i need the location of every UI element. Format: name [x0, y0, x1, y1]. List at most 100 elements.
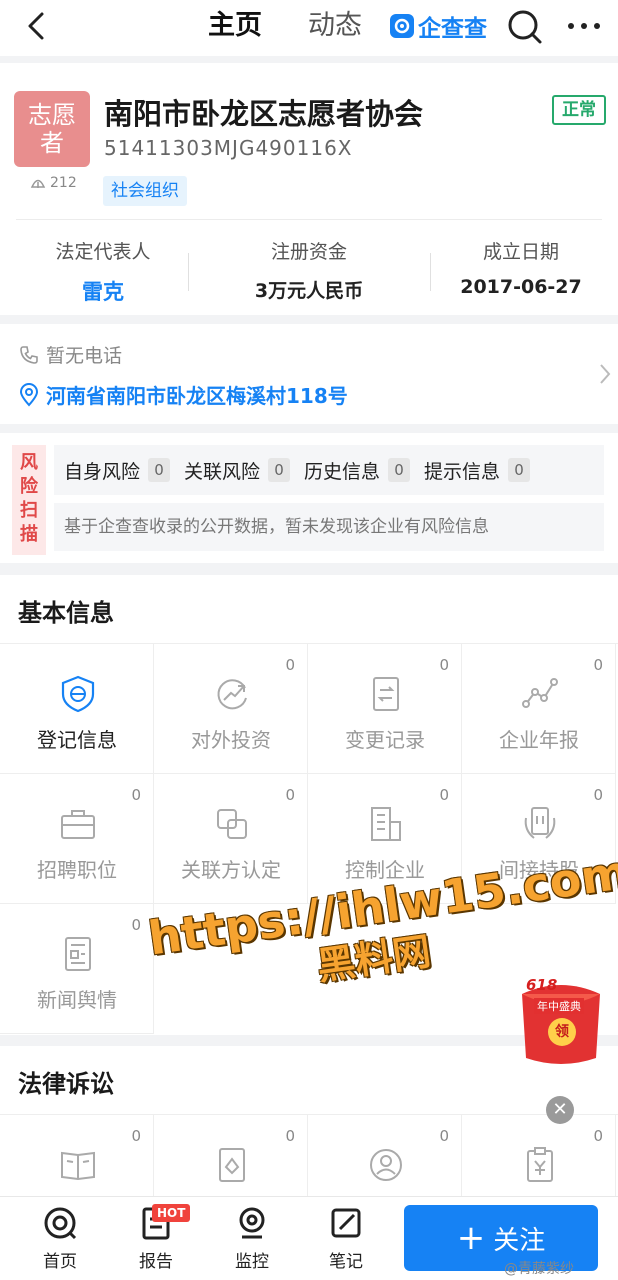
hot-badge: HOT [152, 1204, 191, 1222]
fire-icon [30, 179, 46, 188]
risk-note: 基于企查查收录的公开数据，暂未发现该企业有风险信息 [54, 503, 604, 551]
bottom-notes[interactable]: 笔记 [306, 1205, 386, 1272]
plus-icon: + [456, 1218, 486, 1258]
status-badge: 正常 [552, 95, 606, 125]
founded-value: 2017-06-27 [460, 276, 582, 298]
capital-label: 注册资金 [270, 241, 347, 263]
contact-card[interactable]: 暂无电话 河南省南阳市卧龙区梅溪村118号 [0, 324, 618, 424]
count-badge: 0 [285, 1127, 295, 1145]
divider [188, 253, 189, 291]
founded-label: 成立日期 [482, 241, 559, 263]
claim-button: 领 [548, 1018, 576, 1046]
grid-item-label: 新闻舆情 [37, 988, 117, 1012]
risk-self[interactable]: 自身风险 0 [64, 457, 171, 484]
related-party-icon [217, 809, 247, 839]
grid-item-label: 对外投资 [191, 728, 271, 752]
avatar-text: 志愿 [28, 101, 76, 129]
legal-rep: 法定代表人 雷克 [0, 237, 206, 306]
tab-home[interactable]: 主页 [208, 8, 262, 44]
building-icon [371, 807, 401, 841]
home-logo-icon [44, 1207, 77, 1240]
credit-code: 51411303MJG490116X [104, 136, 353, 160]
grid-item-recruitment[interactable]: 0 招聘职位 [0, 774, 154, 904]
tab-dynamic[interactable]: 动态 [308, 8, 362, 44]
annual-report-chart-icon [522, 678, 558, 708]
company-card: 志愿 者 212 南阳市卧龙区志愿者协会 51411303MJG490116X … [0, 63, 618, 315]
grid-item-label: 登记信息 [37, 728, 117, 752]
phone-row: 暂无电话 [18, 341, 122, 368]
count-badge: 0 [285, 786, 295, 804]
top-nav: 主页 动态 企查查 [0, 0, 618, 56]
change-record-icon [373, 677, 399, 711]
legal-section: 法律诉讼 0 0 0 0 [0, 1046, 618, 1245]
registration-shield-icon [61, 675, 95, 713]
news-icon [65, 937, 91, 971]
count-badge: 0 [131, 916, 141, 934]
count-badge: 0 [131, 786, 141, 804]
case-file-icon [219, 1148, 245, 1182]
capital-value: 3万元人民币 [254, 280, 364, 302]
grid-item-news[interactable]: 0 新闻舆情 [0, 904, 154, 1034]
count-badge: 0 [148, 458, 171, 482]
indirect-holding-icon [524, 807, 556, 839]
clipboard-yen-icon [527, 1147, 553, 1182]
weibo-watermark: @青藤紫纱 [504, 1261, 574, 1277]
grid-item-change-record[interactable]: 0 变更记录 [308, 644, 462, 774]
bottom-home[interactable]: 首页 [20, 1205, 100, 1272]
phone-icon [20, 345, 38, 364]
risk-scan-label: 风 险 扫 描 [12, 445, 46, 555]
brand-logo[interactable]: 企查查 [390, 11, 487, 42]
count-badge: 0 [388, 458, 411, 482]
grid-item-annual-report[interactable]: 0 企业年报 [462, 644, 616, 774]
count-badge: 0 [285, 656, 295, 674]
note-pen-icon [331, 1208, 361, 1238]
grid-item-registration[interactable]: 登记信息 [0, 644, 154, 774]
risk-items: 自身风险 0 关联风险 0 历史信息 0 提示信息 0 [54, 445, 604, 495]
count-badge: 0 [439, 656, 449, 674]
registered-capital: 注册资金 3万元人民币 [206, 237, 412, 303]
divider [16, 219, 602, 220]
risk-related[interactable]: 关联风险 0 [184, 457, 291, 484]
company-name: 南阳市卧龙区志愿者协会 [104, 97, 424, 131]
briefcase-icon [61, 810, 95, 839]
more-dots-icon[interactable] [566, 20, 602, 32]
address-row[interactable]: 河南省南阳市卧龙区梅溪村118号 [18, 380, 348, 409]
search-icon[interactable] [506, 8, 544, 46]
risk-scan-card: 风 险 扫 描 自身风险 0 关联风险 0 历史信息 0 提示信息 0 基于企查查收录的… [0, 433, 618, 563]
count-badge: 0 [593, 786, 603, 804]
brand-icon [390, 14, 414, 38]
founded-date: 成立日期 2017-06-27 [418, 237, 618, 298]
bottom-monitor[interactable]: 监控 [212, 1205, 292, 1272]
grid-item-related-party[interactable]: 0 关联方认定 [154, 774, 308, 904]
risk-history[interactable]: 历史信息 0 [304, 457, 411, 484]
grid-item-investment[interactable]: 0 对外投资 [154, 644, 308, 774]
company-avatar: 志愿 者 [14, 91, 90, 167]
law-book-icon [61, 1151, 95, 1181]
grid-item-label: 关联方认定 [181, 858, 281, 882]
basic-info-grid: 登记信息 0 对外投资 0 变更记录 0 企业年报 0 招聘职位 0 关联方认定 [0, 643, 618, 1034]
legal-grid: 0 0 0 0 [0, 1114, 618, 1245]
camera-monitor-icon [239, 1207, 265, 1239]
close-icon[interactable]: ✕ [546, 1096, 574, 1124]
legal-rep-link[interactable]: 雷克 [0, 276, 206, 306]
count-badge: 0 [508, 458, 531, 482]
count-badge: 0 [439, 1127, 449, 1145]
count-badge: 0 [439, 786, 449, 804]
location-pin-icon [19, 382, 39, 407]
chevron-right-icon [600, 364, 611, 384]
count-badge: 0 [268, 458, 291, 482]
promo-618-float[interactable]: 618 年中盛典 领 [514, 974, 608, 1070]
count-badge: 0 [593, 1127, 603, 1145]
grid-item-label: 企业年报 [499, 728, 579, 752]
section-title: 基本信息 [18, 599, 114, 627]
grid-item-label: 变更记录 [345, 728, 425, 752]
back-arrow-icon[interactable] [20, 8, 56, 44]
count-badge: 0 [593, 656, 603, 674]
avatar-text: 者 [40, 129, 64, 157]
risk-hint[interactable]: 提示信息 0 [424, 457, 531, 484]
grid-item-label: 招聘职位 [37, 858, 117, 882]
brand-name: 企查查 [418, 16, 487, 42]
org-type-tag[interactable]: 社会组织 [103, 176, 187, 206]
investment-icon [217, 679, 247, 710]
person-target-icon [370, 1149, 402, 1181]
